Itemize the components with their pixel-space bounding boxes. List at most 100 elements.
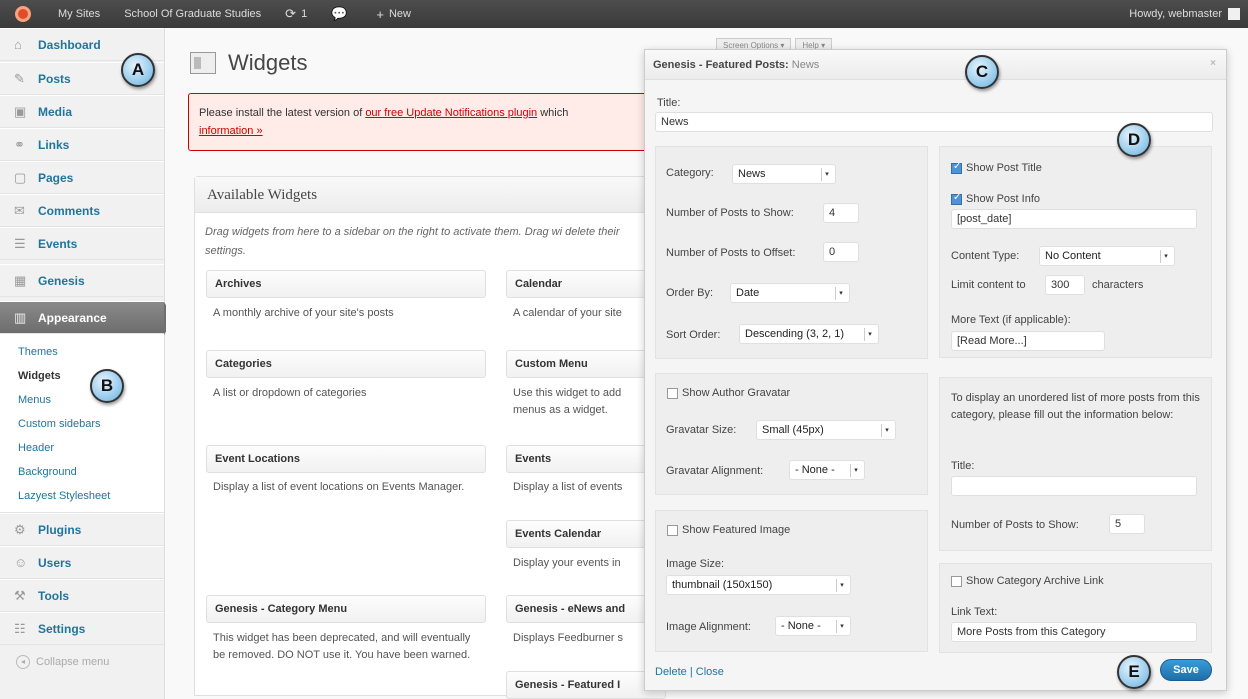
submenu-lazyest-stylesheet[interactable]: Lazyest Stylesheet <box>0 484 164 508</box>
widget-genesis-enews[interactable]: Genesis - eNews and <box>506 595 666 623</box>
updates-link[interactable]: ⟳ 1 <box>273 0 319 28</box>
submenu-header[interactable]: Header <box>0 436 164 460</box>
my-sites-link[interactable]: My Sites <box>46 0 112 28</box>
menu-media[interactable]: ▣ Media <box>0 95 164 128</box>
collapse-menu-button[interactable]: ◂ Collapse menu <box>0 645 164 678</box>
checkbox-label: Show Post Info <box>966 193 1040 205</box>
submenu-themes[interactable]: Themes <box>0 340 164 364</box>
menu-comments[interactable]: ✉ Comments <box>0 194 164 227</box>
close-icon[interactable]: × <box>1210 58 1216 69</box>
menu-plugins[interactable]: ⚙ Plugins <box>0 513 164 546</box>
page-header: Widgets <box>190 50 307 76</box>
offset-input[interactable]: 0 <box>823 242 859 262</box>
extra-num-input[interactable]: 5 <box>1109 514 1145 534</box>
gravatar-size-select[interactable]: Small (45px) ▾ <box>756 420 896 440</box>
widget-categories[interactable]: Categories <box>206 350 486 378</box>
widget-archives[interactable]: Archives <box>206 270 486 298</box>
widget-description: Displays Feedburner s <box>513 632 624 644</box>
show-category-archive-checkbox[interactable]: Show Category Archive Link <box>951 575 1104 587</box>
callout-marker-a: A <box>121 53 155 87</box>
account-menu[interactable]: Howdy, webmaster <box>1117 0 1248 28</box>
limit-content-input[interactable]: 300 <box>1045 275 1085 295</box>
menu-settings[interactable]: ☷ Settings <box>0 612 164 645</box>
image-alignment-select[interactable]: - None - ▾ <box>775 616 851 636</box>
posts-icon: ✎ <box>14 70 25 86</box>
dropdown-arrow-icon: ▾ <box>821 168 832 181</box>
tools-icon: ⚒ <box>14 587 26 603</box>
content-type-select[interactable]: No Content ▾ <box>1039 246 1175 266</box>
update-plugin-link[interactable]: our free Update Notifications plugin <box>365 107 537 119</box>
delete-link[interactable]: Delete <box>655 666 687 678</box>
menu-tools[interactable]: ⚒ Tools <box>0 579 164 612</box>
checkbox-label: Show Category Archive Link <box>966 575 1104 587</box>
close-link[interactable]: Close <box>696 666 724 678</box>
media-icon: ▣ <box>14 103 27 119</box>
menu-genesis[interactable]: ▦ Genesis <box>0 264 164 297</box>
available-widgets-heading[interactable]: Available Widgets <box>195 177 654 213</box>
widget-genesis-category-menu[interactable]: Genesis - Category Menu <box>206 595 486 623</box>
checkbox-icon <box>951 575 962 587</box>
menu-label: Posts <box>38 71 71 86</box>
refresh-icon: ⟳ <box>285 6 297 21</box>
callout-marker-d: D <box>1117 123 1151 157</box>
widget-editor-header[interactable]: Genesis - Featured Posts: News × <box>645 50 1226 80</box>
checkbox-label: Show Featured Image <box>682 524 791 536</box>
events-icon: ☰ <box>14 235 26 251</box>
widget-editor-title: Genesis - Featured Posts: <box>653 59 789 71</box>
submenu-widgets[interactable]: Widgets <box>0 364 164 388</box>
num-posts-input[interactable]: 4 <box>823 203 859 223</box>
dropdown-arrow-icon: ▾ <box>835 287 846 300</box>
comment-bubble-icon: 💬 <box>331 6 348 21</box>
widget-genesis-featured[interactable]: Genesis - Featured I <box>506 671 666 699</box>
more-information-link[interactable]: information » <box>199 125 263 137</box>
wp-logo-icon[interactable] <box>0 0 46 28</box>
show-author-gravatar-checkbox[interactable]: Show Author Gravatar <box>667 387 790 399</box>
order-by-select[interactable]: Date ▾ <box>730 283 850 303</box>
limit-content-label: Limit content to <box>951 279 1026 291</box>
menu-users[interactable]: ☺ Users <box>0 546 164 579</box>
howdy-text: Howdy, webmaster <box>1129 8 1222 20</box>
menu-label: Pages <box>38 170 74 185</box>
admin-bar: My Sites School Of Graduate Studies ⟳ 1 💬… <box>0 0 1248 28</box>
widget-events[interactable]: Events <box>506 445 666 473</box>
post-info-input[interactable]: [post_date] <box>951 209 1197 229</box>
content-type-label: Content Type: <box>951 250 1020 262</box>
category-select[interactable]: News ▾ <box>732 164 836 184</box>
menu-label: Settings <box>38 621 86 636</box>
checkbox-checked-icon <box>951 161 962 174</box>
menu-links[interactable]: ⚭ Links <box>0 128 164 161</box>
site-name-link[interactable]: School Of Graduate Studies <box>112 0 273 28</box>
collapse-label: Collapse menu <box>36 655 110 668</box>
gravatar-alignment-value: - None - <box>795 464 835 476</box>
new-content-link[interactable]: + New <box>364 0 423 28</box>
plus-icon: + <box>376 6 384 22</box>
checkbox-checked-icon <box>951 192 962 205</box>
settings-icon: ☷ <box>14 620 26 636</box>
menu-events[interactable]: ☰ Events <box>0 227 164 260</box>
menu-pages[interactable]: ▢ Pages <box>0 161 164 194</box>
sort-order-select[interactable]: Descending (3, 2, 1) ▾ <box>739 324 879 344</box>
submenu-background[interactable]: Background <box>0 460 164 484</box>
show-post-info-checkbox[interactable]: Show Post Info <box>951 192 1040 205</box>
dropdown-arrow-icon: ▾ <box>850 464 861 477</box>
more-text-input[interactable]: [Read More...] <box>951 331 1105 351</box>
widget-calendar[interactable]: Calendar <box>506 270 666 298</box>
comments-link[interactable]: 💬 <box>319 0 364 28</box>
submenu-custom-sidebars[interactable]: Custom sidebars <box>0 412 164 436</box>
submenu-menus[interactable]: Menus <box>0 388 164 412</box>
show-featured-image-checkbox[interactable]: Show Featured Image <box>667 524 790 536</box>
menu-appearance[interactable]: ▥ Appearance <box>0 301 174 335</box>
widget-description: This widget has been deprecated, and wil… <box>213 632 471 661</box>
save-button[interactable]: Save <box>1160 659 1212 681</box>
link-text-input[interactable]: More Posts from this Category <box>951 622 1197 642</box>
gravatar-alignment-select[interactable]: - None - ▾ <box>789 460 865 480</box>
show-post-title-checkbox[interactable]: Show Post Title <box>951 161 1042 174</box>
widget-description: A monthly archive of your site's posts <box>213 307 394 319</box>
image-size-select[interactable]: thumbnail (150x150) ▾ <box>666 575 851 595</box>
widget-description: A list or dropdown of categories <box>213 387 367 399</box>
widget-events-calendar[interactable]: Events Calendar <box>506 520 666 548</box>
menu-label: Tools <box>38 588 70 603</box>
extra-title-input[interactable] <box>951 476 1197 496</box>
widget-event-locations[interactable]: Event Locations <box>206 445 486 473</box>
widget-custom-menu[interactable]: Custom Menu <box>506 350 666 378</box>
